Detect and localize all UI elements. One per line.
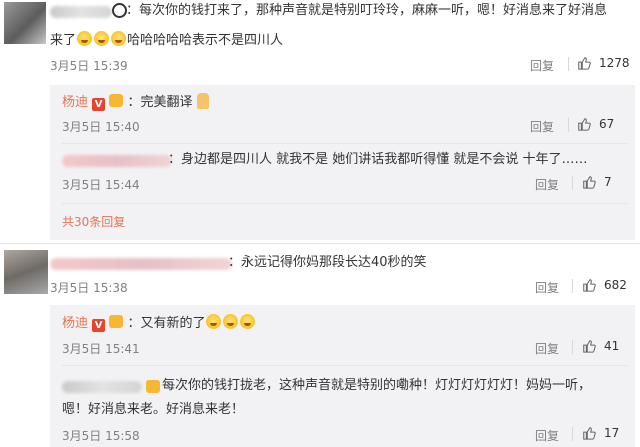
- avatar[interactable]: [4, 250, 48, 294]
- member-badge-icon: [109, 94, 124, 107]
- reply-text: ：又有新的了: [127, 316, 206, 331]
- reply-button[interactable]: 回复: [535, 340, 559, 357]
- reply-button[interactable]: 回复: [535, 427, 559, 444]
- like-count: 41: [604, 339, 620, 353]
- divider: [572, 427, 573, 441]
- divider: [572, 176, 573, 190]
- thumbs-up-emoji-icon: [196, 93, 209, 109]
- divider: [572, 279, 573, 293]
- timestamp: 3月5日 15:38: [50, 281, 128, 295]
- timestamp: 3月5日 15:40: [62, 120, 140, 134]
- thumbs-up-icon: [583, 340, 596, 353]
- username-blurred[interactable]: [50, 6, 112, 18]
- laugh-cry-emoji-icon: [206, 314, 222, 329]
- laugh-emoji-icon: [77, 31, 93, 46]
- member-badge-icon: [109, 315, 124, 328]
- reply-button[interactable]: 回复: [530, 118, 554, 135]
- like-count: 1278: [599, 56, 630, 70]
- laugh-cry-emoji-icon: [223, 314, 239, 329]
- divider: [0, 243, 640, 244]
- reply-author[interactable]: 杨迪: [62, 95, 88, 110]
- thumbs-up-icon: [583, 279, 596, 292]
- timestamp: 3月5日 15:58: [62, 429, 140, 443]
- like-count: 682: [604, 278, 627, 292]
- reply-button[interactable]: 回复: [530, 57, 554, 74]
- reply-text: ：身边都是四川人 就我不是 她们讲话我都听得懂 就是不会说 十年了……: [168, 152, 588, 167]
- username-blurred[interactable]: [50, 258, 232, 270]
- reply-button[interactable]: 回复: [535, 279, 559, 296]
- more-replies-link[interactable]: 共30条回复: [62, 213, 125, 230]
- like-count: 17: [604, 426, 620, 440]
- divider: [62, 365, 627, 366]
- comment-text-prefix: 来了: [50, 33, 77, 48]
- laugh-cry-emoji-icon: [240, 314, 256, 329]
- divider: [572, 340, 573, 354]
- verified-icon: V: [92, 319, 106, 332]
- like-button[interactable]: 17: [582, 426, 619, 440]
- thumbs-up-icon: [583, 176, 596, 189]
- reply-item: 杨迪 V ：完美翻译: [62, 92, 209, 114]
- like-count: 7: [604, 175, 612, 189]
- like-button[interactable]: 41: [582, 339, 619, 353]
- divider: [62, 203, 627, 204]
- reply-text-line2: 嗯！好消息来老。好消息来老！: [62, 402, 245, 417]
- thumbs-up-icon: [578, 118, 591, 131]
- timestamp: 3月5日 15:41: [62, 342, 140, 356]
- divider: [568, 57, 569, 71]
- timestamp: 3月5日 15:44: [62, 178, 140, 192]
- divider: [568, 118, 569, 132]
- verified-icon: V: [92, 98, 106, 111]
- laugh-emoji-icon: [111, 31, 127, 46]
- divider: [62, 143, 627, 144]
- reply-item: 杨迪 V ：又有新的了: [62, 313, 256, 335]
- laugh-emoji-icon: [94, 31, 110, 46]
- reply-text: ：完美翻译: [127, 95, 193, 110]
- member-badge-icon: [146, 380, 160, 393]
- reply-button[interactable]: 回复: [535, 176, 559, 193]
- comment-text: ：永远记得你妈那段长达40秒的笑: [228, 255, 427, 270]
- like-count: 67: [599, 117, 615, 131]
- reply-text: 每次你的钱打拢老，这种声音就是特别的嘞种！灯灯灯灯灯灯！妈妈一听，: [162, 378, 592, 393]
- username-blurred[interactable]: [62, 155, 172, 167]
- like-button[interactable]: 7: [582, 175, 612, 189]
- avatar[interactable]: [4, 2, 46, 44]
- comment-text: ：每次你的钱打来了，那种声音就是特别叮玲玲，麻麻一听，嗯！好消息来了好消息: [126, 3, 608, 18]
- comment-text-suffix: 哈哈哈哈哈表示不是四川人: [127, 33, 284, 48]
- comment-text-line2: 来了 哈哈哈哈哈表示不是四川人: [50, 30, 283, 52]
- username-blurred[interactable]: [62, 381, 142, 393]
- like-button[interactable]: 67: [577, 117, 614, 131]
- thumbs-up-icon: [583, 427, 596, 440]
- panda-emoji-icon: [112, 3, 127, 18]
- timestamp: 3月5日 15:39: [50, 59, 128, 73]
- thumbs-up-icon: [578, 57, 591, 70]
- like-button[interactable]: 682: [582, 278, 627, 292]
- reply-author[interactable]: 杨迪: [62, 316, 88, 331]
- like-button[interactable]: 1278: [577, 56, 630, 70]
